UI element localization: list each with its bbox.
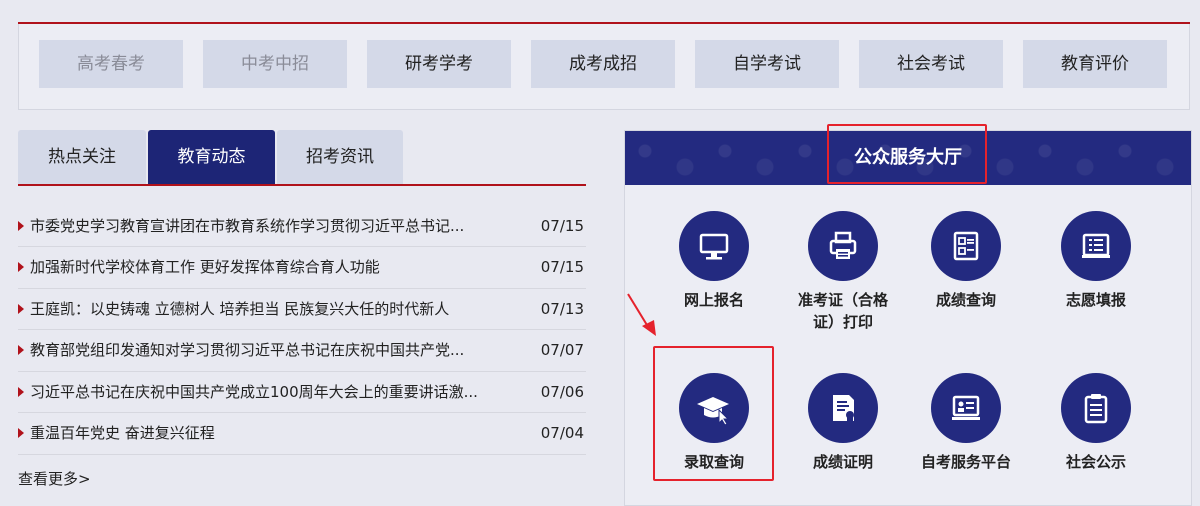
tab-divider bbox=[18, 184, 586, 186]
list-item: 重温百年党史 奋进复兴征程 07/04 bbox=[18, 413, 586, 455]
news-date: 07/06 bbox=[540, 382, 584, 401]
bullet-icon bbox=[18, 345, 24, 356]
list-item: 教育部党组印发通知对学习贯彻习近平总书记在庆祝中国共产党... 07/07 bbox=[18, 330, 586, 372]
news-title[interactable]: 王庭凯：以史铸魂 立德树人 培养担当 民族复兴大任的时代新人 bbox=[30, 289, 500, 331]
bullet-icon bbox=[18, 303, 24, 314]
service-online-registration[interactable]: 网上报名 bbox=[649, 211, 779, 311]
form-icon bbox=[1061, 211, 1131, 281]
tab-admission-info[interactable]: 招考资讯 bbox=[277, 130, 403, 184]
service-score-certificate[interactable]: 成绩证明 bbox=[778, 373, 908, 473]
service-label: 社会公示 bbox=[1065, 453, 1126, 471]
category-zhongkao[interactable]: 中考中招 bbox=[203, 40, 347, 88]
service-admission-ticket[interactable]: 准考证（合格证）打印 bbox=[778, 211, 908, 333]
certificate-icon bbox=[808, 373, 878, 443]
service-score-query[interactable]: 成绩查询 bbox=[901, 211, 1031, 311]
news-list: 市委党史学习教育宣讲团在市教育系统作学习贯彻习近平总书记... 07/15 加强… bbox=[18, 206, 586, 455]
list-item: 加强新时代学校体育工作 更好发挥体育综合育人功能 07/15 bbox=[18, 247, 586, 289]
news-date: 07/15 bbox=[540, 258, 584, 276]
news-title[interactable]: 加强新时代学校体育工作 更好发挥体育综合育人功能 bbox=[30, 247, 500, 289]
admission-query-highlight-box bbox=[653, 346, 774, 481]
category-pingjia[interactable]: 教育评价 bbox=[1023, 40, 1167, 88]
view-more-link[interactable]: 查看更多> bbox=[18, 468, 91, 489]
category-chengkao[interactable]: 成考成招 bbox=[531, 40, 675, 88]
tab-hot-topics[interactable]: 热点关注 bbox=[18, 130, 146, 184]
service-self-study-platform[interactable]: 自考服务平台 bbox=[901, 373, 1031, 473]
pointer-arrow-icon bbox=[627, 293, 656, 336]
news-title[interactable]: 市委党史学习教育宣讲团在市教育系统作学习贯彻习近平总书记... bbox=[30, 206, 500, 248]
service-label: 准考证（合格证）打印 bbox=[798, 291, 889, 331]
news-title[interactable]: 教育部党组印发通知对学习贯彻习近平总书记在庆祝中国共产党... bbox=[30, 330, 500, 372]
printer-icon bbox=[808, 211, 878, 281]
bullet-icon bbox=[18, 386, 24, 397]
tab-education-news[interactable]: 教育动态 bbox=[148, 130, 275, 184]
news-date: 07/13 bbox=[540, 299, 584, 318]
service-label: 成绩查询 bbox=[935, 291, 996, 309]
monitor-icon bbox=[679, 211, 749, 281]
category-shehui[interactable]: 社会考试 bbox=[859, 40, 1003, 88]
list-item: 市委党史学习教育宣讲团在市教育系统作学习贯彻习近平总书记... 07/15 bbox=[18, 206, 586, 247]
score-query-icon bbox=[931, 211, 1001, 281]
service-label: 自考服务平台 bbox=[920, 453, 1011, 471]
category-gaokao[interactable]: 高考春考 bbox=[39, 40, 183, 88]
category-bar: 高考春考 中考中招 研考学考 成考成招 自学考试 社会考试 教育评价 bbox=[18, 24, 1190, 110]
news-date: 07/07 bbox=[540, 341, 584, 360]
bullet-icon bbox=[18, 221, 24, 231]
bullet-icon bbox=[18, 262, 24, 272]
platform-icon bbox=[931, 373, 1001, 443]
service-label: 志愿填报 bbox=[1065, 291, 1126, 309]
clipboard-icon bbox=[1061, 373, 1131, 443]
category-zixue[interactable]: 自学考试 bbox=[695, 40, 839, 88]
service-volunteer-application[interactable]: 志愿填报 bbox=[1031, 211, 1161, 311]
news-date: 07/04 bbox=[540, 424, 584, 443]
news-title[interactable]: 习近平总书记在庆祝中国共产党成立100周年大会上的重要讲话激... bbox=[30, 372, 500, 414]
bullet-icon bbox=[18, 428, 24, 439]
list-item: 王庭凯：以史铸魂 立德树人 培养担当 民族复兴大任的时代新人 07/13 bbox=[18, 289, 586, 331]
news-date: 07/15 bbox=[540, 217, 584, 235]
service-label: 网上报名 bbox=[683, 291, 744, 309]
news-title[interactable]: 重温百年党史 奋进复兴征程 bbox=[30, 413, 500, 455]
title-highlight-box bbox=[827, 124, 987, 184]
category-yankao[interactable]: 研考学考 bbox=[367, 40, 511, 88]
service-label: 成绩证明 bbox=[812, 453, 873, 471]
list-item: 习近平总书记在庆祝中国共产党成立100周年大会上的重要讲话激... 07/06 bbox=[18, 372, 586, 414]
service-public-notice[interactable]: 社会公示 bbox=[1031, 373, 1161, 473]
